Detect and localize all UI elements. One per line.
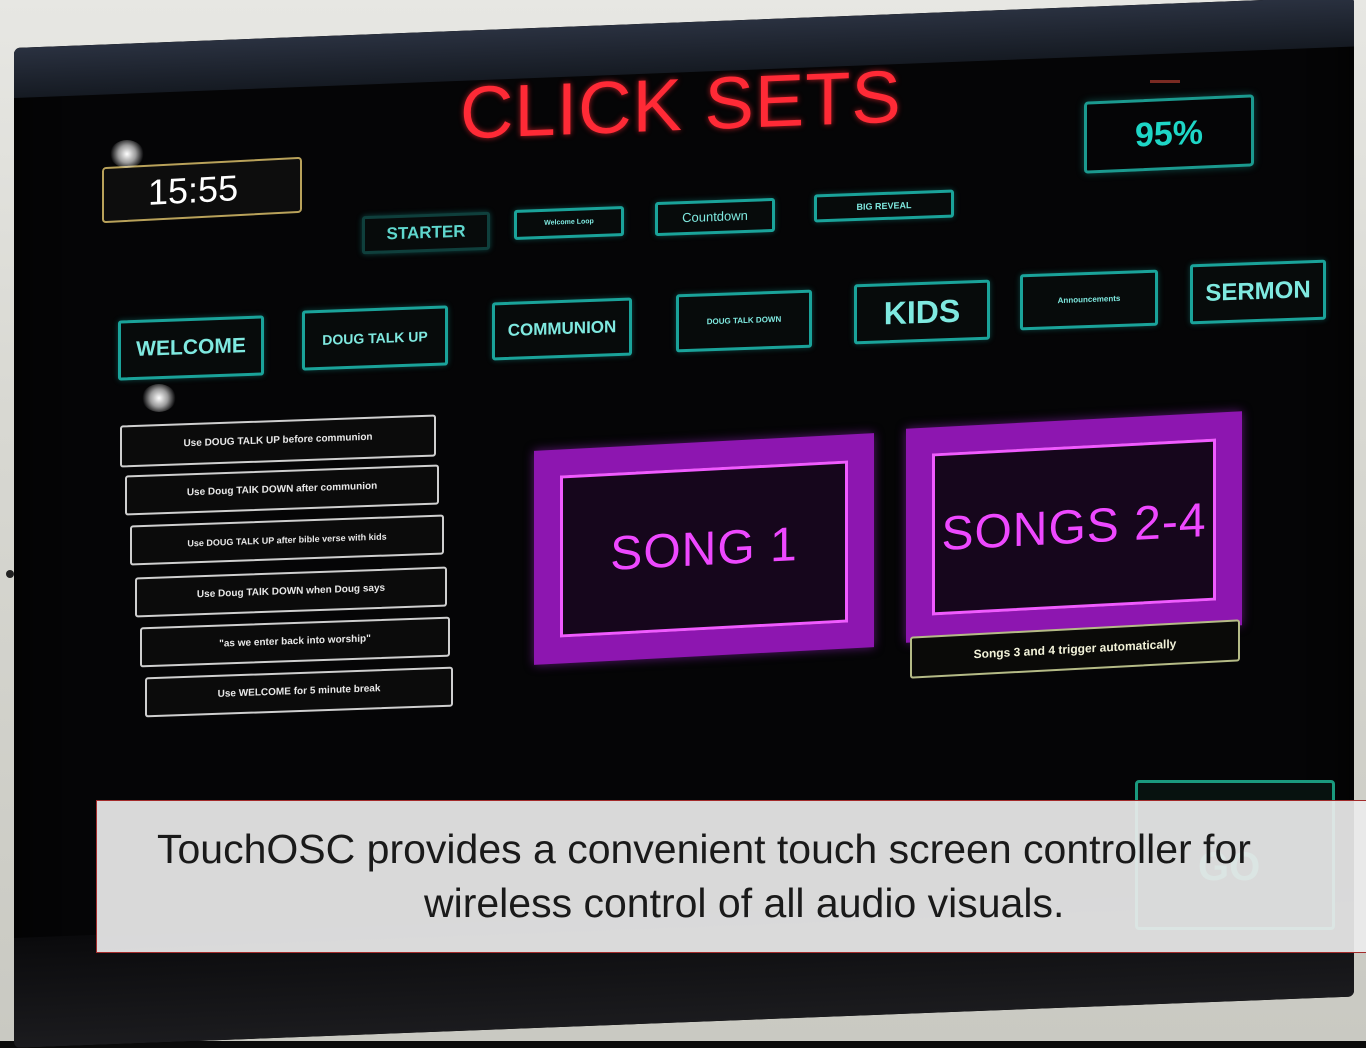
- communion-button[interactable]: COMMUNION: [492, 297, 632, 361]
- welcome-button[interactable]: WELCOME: [118, 315, 264, 381]
- songs-2-4-button[interactable]: SONGS 2-4: [906, 411, 1242, 643]
- glare-spot: [110, 140, 144, 168]
- announcements-button[interactable]: Announcements: [1020, 269, 1158, 331]
- glare-spot: [142, 384, 176, 412]
- battery-led: [1150, 80, 1180, 83]
- page-title: CLICK SETS: [460, 54, 902, 155]
- songs-2-4-label: SONGS 2-4: [941, 493, 1207, 561]
- song-1-inner: SONG 1: [560, 460, 848, 638]
- doug-talk-up-button[interactable]: DOUG TALK UP: [302, 305, 448, 371]
- battery-indicator: 95%: [1084, 94, 1254, 174]
- doug-talk-down-button[interactable]: DOUG TALK DOWN: [676, 289, 812, 353]
- sermon-button[interactable]: SERMON: [1190, 259, 1326, 325]
- song-1-button[interactable]: SONG 1: [534, 433, 874, 665]
- caption-line-2: wireless control of all audio visuals.: [424, 880, 1065, 926]
- caption-overlay: TouchOSC provides a convenient touch scr…: [96, 800, 1366, 953]
- sensor-dot: [6, 570, 14, 578]
- caption-line-1: TouchOSC provides a convenient touch scr…: [157, 826, 1251, 872]
- song-1-label: SONG 1: [610, 517, 798, 581]
- starter-button[interactable]: STARTER: [362, 211, 490, 255]
- songs-2-4-inner: SONGS 2-4: [932, 438, 1216, 616]
- welcome-loop-button[interactable]: Welcome Loop: [514, 206, 624, 240]
- big-reveal-button[interactable]: BIG REVEAL: [814, 189, 954, 223]
- kids-button[interactable]: KIDS: [854, 279, 990, 345]
- countdown-button[interactable]: Countdown: [655, 197, 775, 237]
